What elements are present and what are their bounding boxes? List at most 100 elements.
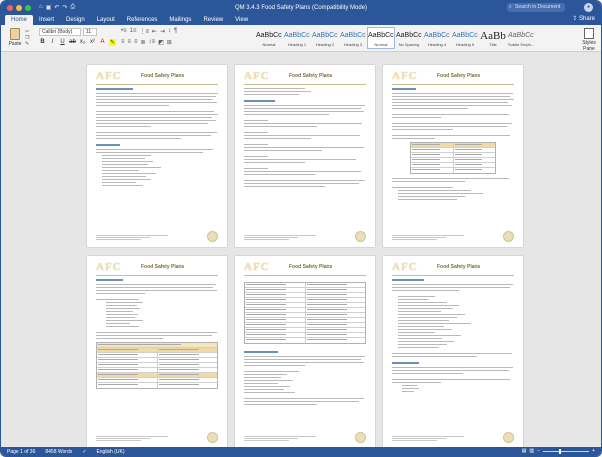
style-normal[interactable]: AaBbCcDdEe Normal	[255, 27, 283, 49]
tab-mailings[interactable]: Mailings	[163, 15, 197, 25]
document-page[interactable]: AFC Food Safety Plans	[235, 65, 375, 247]
zoom-slider-thumb[interactable]	[559, 448, 562, 454]
multilevel-list-icon[interactable]: ⋮≡	[139, 28, 149, 35]
document-canvas[interactable]: AFC Food Safety Plans AFC Food Safety Pl…	[1, 53, 601, 448]
bold-icon[interactable]: B	[39, 39, 46, 46]
regulatory-table	[96, 342, 218, 389]
search-placeholder: Search in Document	[515, 4, 561, 10]
share-button[interactable]: ⇪ Share	[572, 15, 595, 22]
document-page[interactable]: AFC Food Safety Plans	[235, 256, 375, 448]
page-count[interactable]: Page 1 of 36	[7, 449, 35, 455]
document-page[interactable]: AFC Food Safety Plans	[383, 65, 523, 247]
borders-icon[interactable]: ⊞	[167, 39, 172, 46]
font-name-select[interactable]: Calibri (Body)	[39, 28, 81, 36]
font-size-select[interactable]: 11	[83, 28, 97, 36]
company-seal-icon	[503, 231, 514, 242]
paste-label: Paste	[8, 41, 22, 47]
page-header-title: Food Safety Plans	[141, 73, 185, 79]
highlight-icon[interactable]: ✎	[109, 39, 116, 46]
style-heading-4[interactable]: AaBbCcDdEe Heading 4	[423, 27, 451, 49]
style-heading-2[interactable]: AaBbCcDdEe Heading 2	[311, 27, 339, 49]
underline-icon[interactable]: U	[59, 39, 66, 46]
style-preview: AaBbCcDdEe	[368, 32, 394, 39]
font-color-icon[interactable]: A	[99, 39, 106, 46]
styles-pane-icon	[584, 28, 594, 39]
style-preview: AaBbCcDdEe	[256, 32, 282, 39]
page-footer	[392, 235, 482, 241]
zoom-out-icon[interactable]: −	[537, 448, 540, 454]
superscript-icon[interactable]: x²	[89, 39, 96, 46]
paragraph-row-1: •≡ 1≡ ⋮≡ ⇤ ⇥ ↕ ¶	[121, 28, 177, 35]
style-name: Heading 3	[343, 42, 363, 47]
align-center-icon[interactable]: ≡	[128, 39, 132, 46]
page-body	[244, 88, 366, 189]
style-name: Heading 1	[287, 42, 307, 47]
bullets-icon[interactable]: •≡	[121, 28, 127, 35]
language-indicator[interactable]: English (UK)	[96, 449, 124, 455]
page-logo: AFC	[96, 70, 122, 82]
header-rule	[392, 275, 514, 276]
tab-design[interactable]: Design	[60, 15, 91, 25]
style-preview: AaBbCcDdEe	[452, 32, 478, 39]
search-input[interactable]: ⌕ Search in Document	[507, 3, 565, 12]
tab-references[interactable]: References	[121, 15, 164, 25]
ribbon-tabs: Home Insert Design Layout References Mai…	[1, 14, 601, 25]
italic-icon[interactable]: I	[49, 39, 56, 46]
header-rule	[96, 84, 218, 85]
show-marks-icon[interactable]: ¶	[174, 28, 177, 35]
page-body	[392, 88, 514, 202]
title-bar: ⌂ ▣ ↶ ↷ ⎙ QM 3.4.3 Food Safety Plans (Co…	[1, 1, 601, 14]
decrease-indent-icon[interactable]: ⇤	[152, 28, 157, 35]
strikethrough-icon[interactable]: ab	[69, 39, 76, 46]
view-print-icon[interactable]: ▤	[522, 448, 527, 454]
paragraph-row-2: ≡ ≡ ≡ ≣ ↕≡ ◩ ⊞	[121, 39, 172, 46]
sort-icon[interactable]: ↕	[168, 28, 171, 35]
style-name: No Spacing	[398, 42, 420, 47]
subscript-icon[interactable]: x₂	[79, 39, 86, 46]
tab-view[interactable]: View	[229, 15, 254, 25]
page-footer	[244, 436, 334, 442]
zoom-slider[interactable]	[543, 448, 590, 454]
page-footer	[96, 436, 186, 442]
style-name: Normal	[374, 42, 388, 47]
tab-layout[interactable]: Layout	[91, 15, 121, 25]
view-web-icon[interactable]: ▥	[529, 448, 534, 454]
styles-pane-button[interactable]: Styles Pane	[581, 28, 597, 52]
page-logo: AFC	[244, 70, 270, 82]
header-rule	[244, 275, 366, 276]
tab-review[interactable]: Review	[197, 15, 229, 25]
clipboard-icon	[10, 28, 20, 40]
style-name: Heading 5	[455, 42, 475, 47]
font-format-row: B I U ab x₂ x² A ✎	[39, 39, 116, 46]
justify-icon[interactable]: ≣	[141, 39, 146, 46]
style-name: Heading 2	[315, 42, 335, 47]
paste-button[interactable]: Paste	[7, 28, 23, 48]
proofing-icon[interactable]: ✓	[82, 449, 86, 455]
increase-indent-icon[interactable]: ⇥	[160, 28, 165, 35]
align-right-icon[interactable]: ≡	[134, 39, 138, 46]
document-page[interactable]: AFC Food Safety Plans	[87, 256, 227, 448]
style-title[interactable]: AaBb Title	[479, 27, 507, 49]
style-heading-1[interactable]: AaBbCcDdEe Heading 1	[283, 27, 311, 49]
company-seal-icon	[207, 231, 218, 242]
tab-insert[interactable]: Insert	[33, 15, 60, 25]
shading-icon[interactable]: ◩	[158, 39, 164, 46]
account-avatar[interactable]: ●	[584, 3, 593, 12]
style-normal-active[interactable]: AaBbCcDdEe Normal	[367, 27, 395, 49]
page-header-title: Food Safety Plans	[141, 264, 185, 270]
style-subtle-emphasis[interactable]: AaBbCcDdEe Subtle Emph...	[507, 27, 535, 49]
document-page[interactable]: AFC Food Safety Plans	[383, 256, 523, 448]
style-no-spacing[interactable]: AaBbCcDe No Spacing	[395, 27, 423, 49]
page-header-title: Food Safety Plans	[289, 73, 333, 79]
style-heading-5[interactable]: AaBbCcDdEe Heading 5	[451, 27, 479, 49]
align-left-icon[interactable]: ≡	[121, 39, 125, 46]
zoom-in-icon[interactable]: +	[592, 448, 595, 454]
line-spacing-icon[interactable]: ↕≡	[149, 39, 156, 46]
tab-home[interactable]: Home	[5, 15, 34, 25]
numbering-icon[interactable]: 1≡	[130, 28, 137, 35]
style-heading-3[interactable]: AaBbCcDdEe Heading 3	[339, 27, 367, 49]
format-painter-icon[interactable]: ✎	[25, 41, 33, 47]
word-count[interactable]: 8458 Words	[45, 449, 72, 455]
share-icon: ⇪	[572, 16, 578, 22]
document-page[interactable]: AFC Food Safety Plans	[87, 65, 227, 247]
